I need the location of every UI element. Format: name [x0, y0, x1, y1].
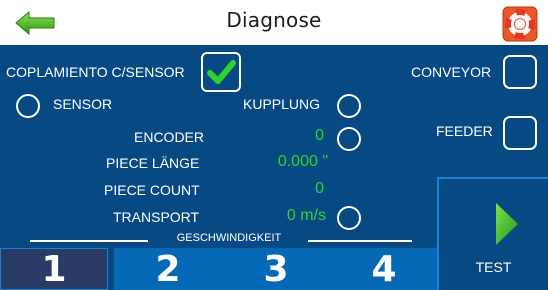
kupplung-indicator — [337, 94, 361, 118]
speed-button-1[interactable]: 1 — [0, 248, 108, 290]
diagnose-panel: COPLAMIENTO C/SENSOR CONVEYOR SENSOR KUP… — [0, 45, 548, 290]
speed-button-2[interactable]: 2 — [114, 248, 222, 290]
sensor-label: SENSOR — [53, 96, 113, 112]
feeder-checkbox[interactable] — [503, 116, 537, 150]
sensor-radio[interactable] — [16, 94, 40, 118]
speed-label: GESCHWINDIGKEIT — [176, 232, 282, 244]
piece-count-label: PIECE COUNT — [104, 182, 200, 198]
lifebuoy-help-icon — [502, 6, 538, 42]
encoder-label: ENCODER — [134, 129, 205, 145]
test-label: TEST — [475, 259, 512, 275]
piece-count-value: 0 — [315, 180, 324, 197]
diagnose-screen: Diagnose COPLAMIENTO C/SENSOR CONVEYOR S… — [0, 0, 548, 290]
transport-value: 0 m/s — [286, 207, 326, 224]
speed-divider-left — [30, 240, 148, 242]
help-button[interactable] — [502, 6, 538, 42]
speed-button-3[interactable]: 3 — [222, 248, 330, 290]
piece-length-value: 0.000 " — [277, 153, 328, 170]
transport-indicator — [337, 206, 361, 230]
speed-divider-right — [308, 240, 412, 242]
header-bar: Diagnose — [0, 0, 548, 45]
feeder-label: FEEDER — [436, 123, 493, 139]
piece-length-label: PIECE LÄNGE — [106, 155, 200, 171]
encoder-value: 0 — [315, 127, 324, 144]
test-button[interactable]: TEST — [437, 177, 548, 290]
coupling-sensor-label: COPLAMIENTO C/SENSOR — [6, 64, 185, 80]
conveyor-checkbox[interactable] — [503, 55, 537, 89]
kupplung-label: KUPPLUNG — [243, 96, 321, 112]
play-icon — [496, 203, 518, 245]
coupling-sensor-checkbox[interactable] — [201, 52, 241, 92]
encoder-indicator — [337, 127, 361, 151]
checkmark-icon — [207, 60, 236, 84]
speed-button-4[interactable]: 4 — [330, 248, 438, 290]
conveyor-label: CONVEYOR — [411, 64, 492, 80]
transport-label: TRANSPORT — [113, 209, 200, 225]
page-title: Diagnose — [226, 8, 322, 32]
